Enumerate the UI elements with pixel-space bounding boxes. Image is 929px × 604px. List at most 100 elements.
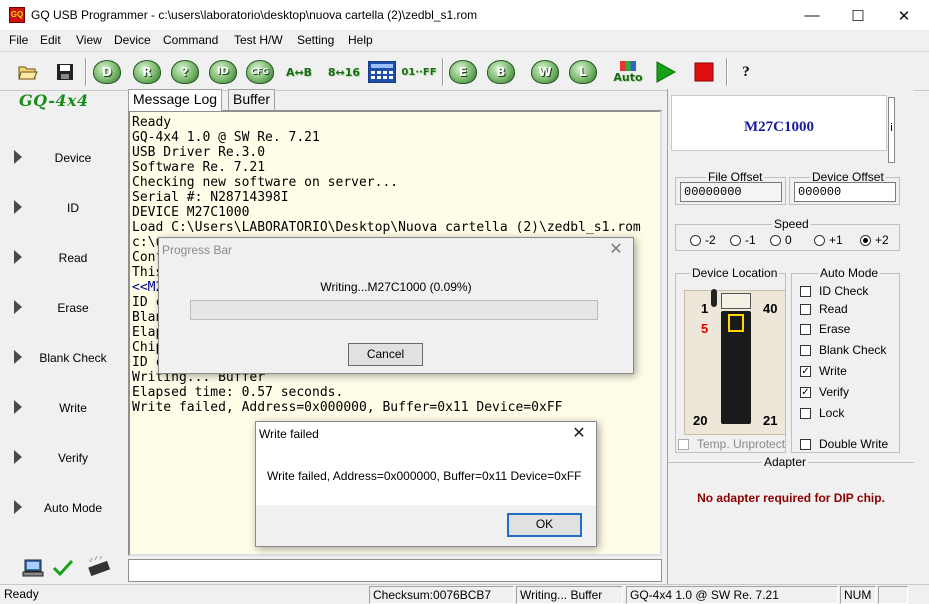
menu-test-hw[interactable]: Test H/W [234, 33, 283, 47]
blank-check-button[interactable]: B [487, 56, 515, 88]
close-button[interactable]: ✕ [881, 0, 927, 31]
connection-status [22, 554, 122, 580]
stop-button[interactable] [690, 56, 718, 88]
chip-notch [728, 314, 744, 332]
verify-button[interactable]: ? [171, 56, 199, 88]
speed-option-label: +1 [829, 233, 843, 247]
auto-erase-checkbox[interactable]: Erase [800, 322, 850, 336]
speed-radio[interactable]: +1 [814, 233, 843, 247]
speed-radio[interactable]: -1 [730, 233, 756, 247]
double-write-checkbox[interactable]: Double Write [800, 437, 888, 451]
swap-ab-icon: A↔B [285, 65, 313, 79]
menu-setting[interactable]: Setting [297, 33, 334, 47]
run-button[interactable] [651, 56, 679, 88]
checkbox-icon [800, 407, 811, 419]
side-item-write[interactable]: Write [0, 387, 127, 427]
side-item-label: Device [54, 151, 92, 165]
cfg-icon: CFG [246, 60, 274, 84]
side-item-label: Erase [57, 301, 89, 315]
play-icon [656, 61, 676, 83]
device-button[interactable]: D [93, 56, 121, 88]
toolbar-separator [442, 58, 444, 86]
speed-radio[interactable]: 0 [770, 233, 792, 247]
device-offset-field[interactable]: 000000 [794, 182, 896, 202]
config-button[interactable]: CFG [246, 56, 274, 88]
auto-blank-check-checkbox[interactable]: Blank Check [800, 343, 886, 357]
status-activity: Writing... Buffer [516, 586, 623, 604]
progress-message: Writing...M27C1000 (0.09%) [320, 280, 472, 294]
checkmark-icon [52, 559, 74, 577]
temp-unprotect-checkbox[interactable]: Temp. Unprotect [678, 437, 785, 451]
fill-01-ff-button[interactable]: 01··FF [401, 56, 436, 88]
speed-radio[interactable]: -2 [690, 233, 716, 247]
checkbox-icon [800, 344, 811, 356]
ok-button[interactable]: OK [507, 513, 582, 537]
radio-icon [770, 234, 781, 246]
side-item-id[interactable]: ID [0, 187, 127, 227]
menu-command[interactable]: Command [163, 33, 218, 47]
auto-verify-checkbox[interactable]: ✓ Verify [800, 385, 849, 399]
auto-lock-checkbox[interactable]: Lock [800, 406, 844, 420]
side-item-device[interactable]: Device [0, 137, 127, 177]
save-icon [57, 64, 73, 80]
side-item-verify[interactable]: Verify [0, 437, 127, 477]
window-title: GQ USB Programmer - c:\users\laboratorio… [31, 8, 478, 22]
device-location-group: Device Location 1 40 5 20 21 Temp. Unpro… [675, 266, 786, 453]
chip-info-button[interactable]: i [888, 97, 895, 163]
open-file-button[interactable] [15, 56, 41, 88]
checkbox-icon [800, 323, 811, 335]
log-line: Checking new software on server... [132, 175, 399, 190]
menu-edit[interactable]: Edit [40, 33, 61, 47]
help-button[interactable]: ? [734, 56, 758, 88]
right-panel: M27C1000 i File Offset 00000000 Device O… [667, 89, 914, 585]
write-button[interactable]: W [531, 56, 559, 88]
chip-name: M27C1000 [744, 119, 814, 135]
progress-dialog-close-icon[interactable]: ✕ [603, 239, 629, 261]
file-offset-field[interactable]: 00000000 [680, 182, 782, 202]
menu-file[interactable]: File [9, 33, 28, 47]
auto-id-check-checkbox[interactable]: ID Check [800, 284, 868, 298]
speed-option-label: 0 [785, 233, 792, 247]
speed-radio-selected[interactable]: +2 [860, 233, 889, 247]
erase-button[interactable]: E [449, 56, 477, 88]
pin-5-label: 5 [701, 321, 709, 336]
file-offset-group: File Offset 00000000 [675, 170, 786, 205]
checkmark-icon: ✓ [800, 386, 811, 398]
side-item-read[interactable]: Read [0, 237, 127, 277]
side-item-blank-check[interactable]: Blank Check [0, 337, 127, 377]
read-button[interactable]: R [133, 56, 161, 88]
write-failed-close-icon[interactable]: ✕ [566, 423, 592, 445]
minimize-button[interactable]: — [789, 0, 835, 31]
menu-device[interactable]: Device [114, 33, 151, 47]
progress-dialog: Progress Bar ✕ Writing...M27C1000 (0.09%… [158, 237, 634, 374]
command-input[interactable] [128, 559, 662, 582]
save-file-button[interactable] [53, 56, 77, 88]
auto-button[interactable]: Auto [611, 56, 645, 88]
arrow-right-icon [14, 150, 22, 164]
log-line: GQ-4x4 1.0 @ SW Re. 7.21 [132, 130, 320, 145]
maximize-button[interactable]: ☐ [835, 0, 881, 31]
id-button[interactable]: ID [209, 56, 237, 88]
menu-view[interactable]: View [76, 33, 102, 47]
auto-write-checkbox[interactable]: ✓ Write [800, 364, 847, 378]
side-item-erase[interactable]: Erase [0, 287, 127, 327]
tab-message-log[interactable]: Message Log [128, 89, 223, 111]
lock-button[interactable]: L [569, 56, 597, 88]
auto-mode-group: Auto Mode ID Check Read Erase Blank Chec… [791, 266, 900, 453]
calculator-button[interactable] [367, 56, 397, 88]
temp-unprotect-label: Temp. Unprotect [697, 437, 786, 451]
progress-bar [190, 300, 598, 320]
checkbox-icon [800, 303, 811, 315]
menu-help[interactable]: Help [348, 33, 373, 47]
bit-8-16-button[interactable]: 8↔16 [326, 56, 362, 88]
auto-read-checkbox[interactable]: Read [800, 302, 848, 316]
adapter-group: Adapter No adapter required for DIP chip… [668, 455, 914, 585]
calculator-icon [368, 61, 396, 83]
tab-buffer[interactable]: Buffer [228, 89, 276, 110]
arrow-right-icon [14, 400, 22, 414]
swap-ab-button[interactable]: A↔B [284, 56, 314, 88]
cancel-button[interactable]: Cancel [348, 343, 423, 366]
checkbox-label: Erase [819, 322, 851, 336]
side-item-auto-mode[interactable]: Auto Mode [0, 487, 127, 527]
status-num: NUM [840, 586, 876, 604]
